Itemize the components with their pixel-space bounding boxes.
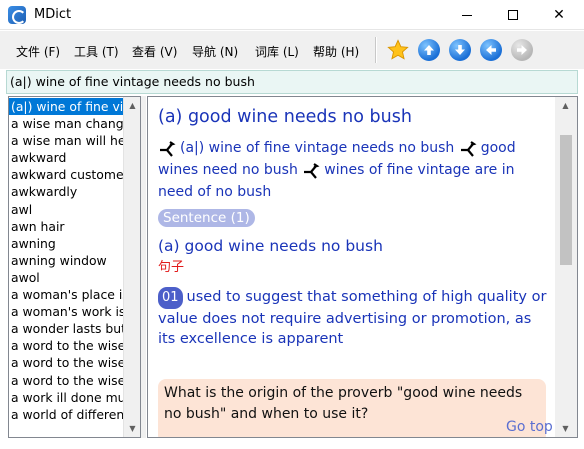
list-item[interactable]: a word to the wise [9,337,123,354]
definition-scroll-thumb[interactable] [560,135,572,265]
back-button[interactable] [480,39,502,61]
menu-bar: 文件 (F) 工具 (T) 查看 (V) 导航 (N) 词库 (L) 帮助 (H… [0,31,584,69]
list-item[interactable]: awkward customer [9,166,123,183]
scroll-up-icon[interactable]: ▲ [124,97,140,114]
maximize-icon [508,10,518,20]
list-item[interactable]: awol [9,269,123,286]
list-item[interactable]: awning window [9,252,123,269]
next-entry-button[interactable] [449,39,471,61]
list-item[interactable]: a work ill done must be twice done [9,389,123,406]
note-box: What is the origin of the proverb "good … [158,379,546,437]
crossref-arrow-icon [460,141,477,157]
list-item[interactable]: a world of difference [9,406,123,423]
toolbar-separator [375,37,377,63]
list-item[interactable]: a wise man will hear [9,132,123,149]
menu-tools[interactable]: 工具 (T) [74,43,119,60]
arrow-left-icon [486,45,496,55]
list-item[interactable]: a woman's work is never done [9,303,123,320]
definition-pane: (a) good wine needs no bush (a|) wine of… [147,96,578,438]
definition-scrollbar[interactable]: ▲ ▼ [555,97,577,437]
crossref-link[interactable]: (a|) wine of fine vintage needs no bush [180,140,454,156]
list-item[interactable]: awkward [9,149,123,166]
app-icon [8,6,26,24]
forward-button[interactable] [511,39,533,61]
list-item[interactable]: a woman's place is in the home [9,286,123,303]
scroll-up-icon[interactable]: ▲ [557,97,574,114]
title-bar: MDict ✕ [0,0,584,30]
arrow-up-icon [424,45,434,55]
maximize-button[interactable] [490,0,536,30]
scroll-down-icon[interactable]: ▼ [557,420,574,437]
entry-content: (a) good wine needs no bush (a|) wine of… [158,107,553,349]
arrow-right-icon [517,45,527,55]
list-item[interactable]: awn hair [9,218,123,235]
word-list-items: (a|) wine of fine vintage needs no bush … [9,98,123,423]
search-input[interactable]: (a|) wine of fine vintage needs no bush [6,70,578,94]
sense-text: used to suggest that something of high q… [158,289,547,347]
chinese-label: 句子 [158,260,185,275]
list-item-selected[interactable]: (a|) wine of fine vintage needs no bush [9,98,123,116]
pane-splitter[interactable] [141,96,146,438]
sense-number-badge: 01 [158,287,183,309]
menu-help[interactable]: 帮助 (H) [313,43,359,60]
list-item[interactable]: a wise man changes his mind [9,115,123,132]
crossref-arrow-icon [160,141,176,157]
search-input-value: (a|) wine of fine vintage needs no bush [10,74,255,89]
note-text: What is the origin of the proverb "good … [164,385,523,422]
word-list-scrollbar[interactable]: ▲ ▼ [123,97,140,437]
close-button[interactable]: ✕ [536,0,582,30]
sentence-pill-row: Sentence (1) [158,207,553,227]
list-item[interactable]: awning [9,235,123,252]
cross-references: (a|) wine of fine vintage needs no bush … [158,137,553,203]
favorite-star-button[interactable] [387,39,409,61]
list-item[interactable]: a word to the wise is enough [9,354,123,371]
crossref-arrow-icon [304,163,320,179]
menu-navigate[interactable]: 导航 (N) [192,43,238,60]
menu-file[interactable]: 文件 (F) [16,43,60,60]
favorite-star-icon [387,39,409,60]
arrow-down-icon [455,45,465,55]
headword: (a) good wine needs no bush [158,107,412,127]
minimize-button[interactable] [444,0,490,30]
minimize-icon [462,14,472,16]
sub-headword: (a) good wine needs no bush [158,237,383,255]
menu-library[interactable]: 词库 (L) [255,43,299,60]
sense-definition: 01 used to suggest that something of high… [158,287,553,349]
list-item[interactable]: a wonder lasts but nine days [9,320,123,337]
window-title: MDict [34,7,72,22]
previous-entry-button[interactable] [418,39,440,61]
menu-view[interactable]: 查看 (V) [132,43,177,60]
word-list: (a|) wine of fine vintage needs no bush … [8,96,141,438]
word-list-scroll-track [127,115,137,415]
close-icon: ✕ [553,7,565,23]
list-item[interactable]: awkwardly [9,183,123,200]
sentence-pill[interactable]: Sentence (1) [158,209,255,227]
go-top-link[interactable]: Go top [506,419,553,435]
scroll-down-icon[interactable]: ▼ [124,420,140,437]
list-item[interactable]: a word to the wise is sufficient [9,372,123,389]
list-item[interactable]: awl [9,201,123,218]
